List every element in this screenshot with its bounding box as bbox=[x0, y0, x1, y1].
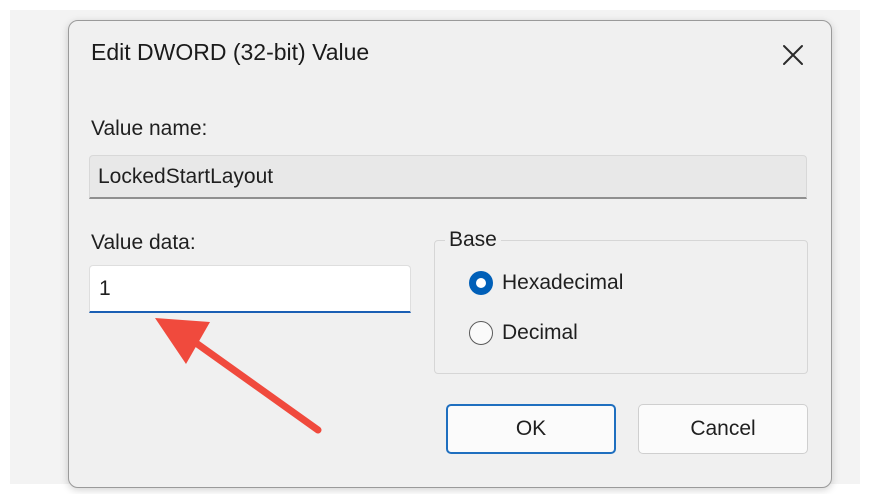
value-name-label: Value name: bbox=[91, 117, 208, 140]
radio-unchecked-icon bbox=[469, 321, 493, 345]
title-bar: Edit DWORD (32-bit) Value bbox=[69, 21, 831, 87]
close-icon bbox=[783, 45, 803, 65]
value-data-input[interactable]: 1 bbox=[89, 265, 411, 313]
radio-hexadecimal[interactable]: Hexadecimal bbox=[469, 271, 623, 295]
radio-decimal[interactable]: Decimal bbox=[469, 321, 578, 345]
radio-checked-icon bbox=[469, 271, 493, 295]
value-name-field[interactable]: LockedStartLayout bbox=[89, 155, 807, 199]
base-group: Base Hexadecimal Decimal bbox=[434, 228, 808, 374]
radio-hexadecimal-label: Hexadecimal bbox=[502, 271, 624, 294]
value-data-text: 1 bbox=[99, 277, 111, 300]
dialog-title: Edit DWORD (32-bit) Value bbox=[91, 39, 370, 65]
value-name-text: LockedStartLayout bbox=[98, 165, 274, 188]
close-button[interactable] bbox=[773, 35, 813, 75]
radio-decimal-label: Decimal bbox=[502, 321, 578, 344]
edit-dword-dialog: Edit DWORD (32-bit) Value Value name: Lo… bbox=[68, 20, 832, 488]
value-data-label: Value data: bbox=[91, 231, 196, 254]
cancel-button[interactable]: Cancel bbox=[638, 404, 808, 454]
base-legend: Base bbox=[445, 228, 501, 252]
ok-button[interactable]: OK bbox=[446, 404, 616, 454]
